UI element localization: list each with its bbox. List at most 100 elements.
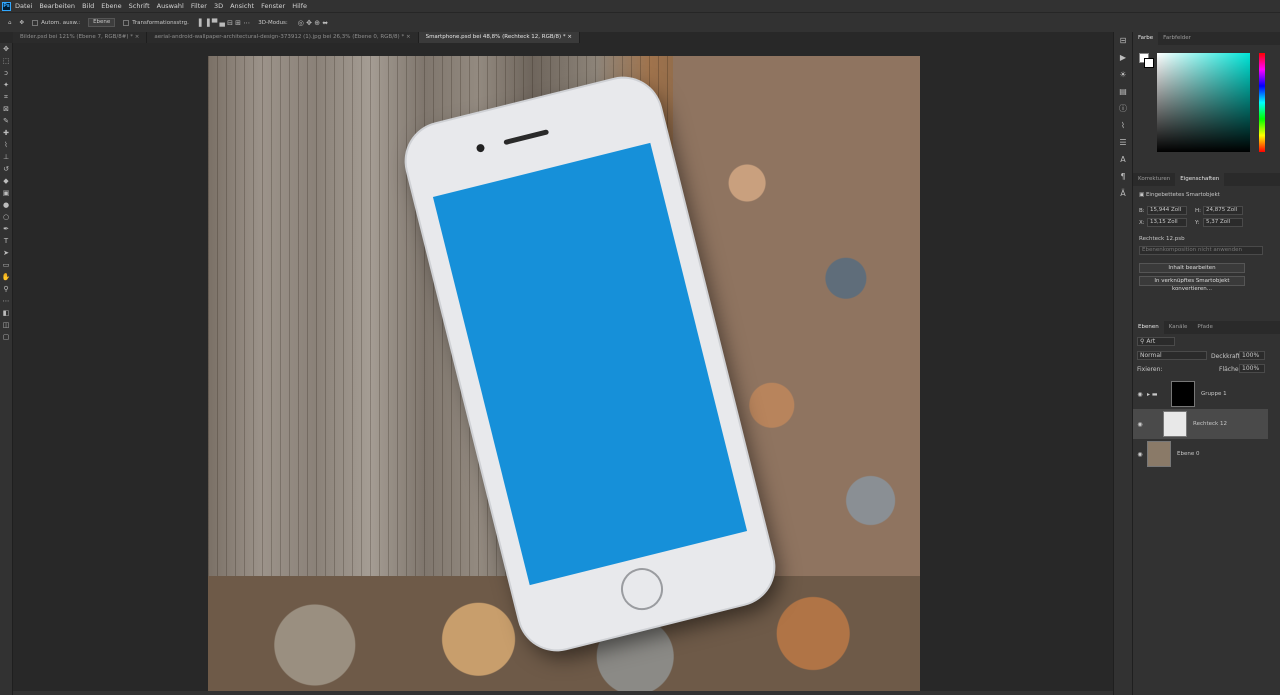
- layers-tabs: Ebenen Kanäle Pfade: [1133, 321, 1280, 334]
- menu-window[interactable]: Fenster: [261, 2, 285, 10]
- 3d-icons[interactable]: ◎ ✥ ⊕ ⬌: [298, 19, 328, 27]
- layer-name: Gruppe 1: [1201, 391, 1227, 397]
- type-icon[interactable]: T: [0, 235, 12, 247]
- screenmode-icon[interactable]: ▢: [0, 331, 12, 343]
- gradient-icon[interactable]: ▣: [0, 187, 12, 199]
- transform-checkbox[interactable]: [123, 19, 130, 26]
- history-icon[interactable]: ⊟: [1114, 32, 1132, 49]
- shape-icon[interactable]: ▭: [0, 259, 12, 271]
- layer-row-ebene0[interactable]: ◉ Ebene 0: [1133, 439, 1268, 469]
- home-icon[interactable]: ⌂: [8, 20, 12, 26]
- menu-select[interactable]: Auswahl: [157, 2, 184, 10]
- canvas-area[interactable]: [13, 43, 1113, 691]
- eraser-icon[interactable]: ◆: [0, 175, 12, 187]
- tab-color[interactable]: Farbe: [1133, 32, 1159, 45]
- library-icon[interactable]: ▤: [1114, 83, 1132, 100]
- tab-layers[interactable]: Ebenen: [1133, 321, 1164, 334]
- hand-icon[interactable]: ✋: [0, 271, 12, 283]
- brightness-icon[interactable]: ☀: [1114, 66, 1132, 83]
- history-brush-icon[interactable]: ↺: [0, 163, 12, 175]
- y-field[interactable]: 5,37 Zoll: [1203, 218, 1243, 227]
- align-icons[interactable]: ▌▐ ▀ ▄ ⊟ ⊞ ⋯: [199, 19, 250, 27]
- stamp-icon[interactable]: ⊥: [0, 151, 12, 163]
- autoselect-option[interactable]: Autom. ausw.:: [32, 19, 80, 26]
- opacity-field[interactable]: 100%: [1239, 351, 1265, 360]
- convert-linked-button[interactable]: In verknüpftes Smartobjekt konvertieren.…: [1139, 276, 1245, 292]
- more-icon[interactable]: ⋯: [0, 295, 12, 307]
- character-icon[interactable]: A: [1114, 151, 1132, 168]
- layer-select-dropdown[interactable]: Ebene: [88, 18, 116, 27]
- adjustments-icon[interactable]: ☰: [1114, 134, 1132, 151]
- brush-settings-icon[interactable]: ⌇: [1114, 117, 1132, 134]
- menu-type[interactable]: Schrift: [129, 2, 150, 10]
- blur-icon[interactable]: ●: [0, 199, 12, 211]
- menu-help[interactable]: Hilfe: [292, 2, 307, 10]
- menu-layer[interactable]: Ebene: [101, 2, 121, 10]
- brush-icon[interactable]: ⌇: [0, 139, 12, 151]
- layer-filter-dropdown[interactable]: ⚲ Art: [1137, 337, 1175, 346]
- tab-document-1[interactable]: Bilder.psd bei 121% (Ebene 7, RGB/8#) * …: [13, 32, 148, 43]
- edit-contents-button[interactable]: Inhalt bearbeiten: [1139, 263, 1245, 273]
- color-swatch-icon[interactable]: ◧: [0, 307, 12, 319]
- crop-icon[interactable]: ⌗: [0, 91, 12, 103]
- frame-icon[interactable]: ⊠: [0, 103, 12, 115]
- transform-option[interactable]: Transformationsstrg.: [123, 19, 189, 26]
- healing-icon[interactable]: ✚: [0, 127, 12, 139]
- background-color-swatch[interactable]: [1144, 58, 1154, 68]
- height-field[interactable]: 24,875 Zoll: [1203, 206, 1243, 215]
- eyedropper-icon[interactable]: ✎: [0, 115, 12, 127]
- photoshop-logo: Ps: [2, 1, 11, 11]
- menu-filter[interactable]: Filter: [191, 2, 207, 10]
- dodge-icon[interactable]: ○: [0, 211, 12, 223]
- layer-row-group[interactable]: ◉ ▸ ▬ Gruppe 1: [1133, 379, 1268, 409]
- move-tool-icon[interactable]: ✥: [20, 20, 25, 26]
- status-bar: [13, 691, 1113, 695]
- glyphs-icon[interactable]: Ä: [1114, 185, 1132, 202]
- tab-document-2[interactable]: aerial-android-wallpaper-architectural-d…: [147, 32, 419, 43]
- tab-properties[interactable]: Eigenschaften: [1175, 173, 1225, 186]
- fill-field[interactable]: 100%: [1239, 364, 1265, 373]
- layer-thumbnail: [1147, 441, 1171, 467]
- properties-tabs: Korrekturen Eigenschaften: [1133, 173, 1280, 186]
- menu-image[interactable]: Bild: [82, 2, 94, 10]
- tab-document-3[interactable]: Smartphone.psd bei 48,8% (Rechteck 12, R…: [418, 32, 580, 43]
- move-icon[interactable]: ✥: [0, 43, 12, 55]
- marquee-icon[interactable]: ⬚: [0, 55, 12, 67]
- document-canvas[interactable]: [208, 56, 920, 691]
- eye-icon[interactable]: ◉: [1133, 421, 1147, 428]
- tab-swatches[interactable]: Farbfelder: [1158, 32, 1196, 45]
- color-panel: [1133, 45, 1280, 173]
- blend-mode-dropdown[interactable]: Normal: [1137, 351, 1207, 360]
- path-select-icon[interactable]: ➤: [0, 247, 12, 259]
- hue-slider[interactable]: [1259, 53, 1265, 152]
- menu-file[interactable]: Datei: [15, 2, 32, 10]
- color-picker-field[interactable]: [1157, 53, 1250, 152]
- eye-icon[interactable]: ◉: [1133, 391, 1147, 398]
- magic-wand-icon[interactable]: ✦: [0, 79, 12, 91]
- tab-label: aerial-android-wallpaper-architectural-d…: [154, 34, 405, 40]
- zoom-icon[interactable]: ⚲: [0, 283, 12, 295]
- play-icon[interactable]: ▶: [1114, 49, 1132, 66]
- lasso-icon[interactable]: ↄ: [0, 67, 12, 79]
- width-field[interactable]: 15,944 Zoll: [1147, 206, 1187, 215]
- tab-corrections[interactable]: Korrekturen: [1133, 173, 1175, 186]
- x-field[interactable]: 13,15 Zoll: [1147, 218, 1187, 227]
- menu-3d[interactable]: 3D: [214, 2, 223, 10]
- mode-3d-label: 3D-Modus:: [258, 19, 288, 26]
- info-icon[interactable]: ⓘ: [1114, 100, 1132, 117]
- pen-icon[interactable]: ✒: [0, 223, 12, 235]
- menu-view[interactable]: Ansicht: [230, 2, 254, 10]
- layer-row-rechteck[interactable]: ◉ Rechteck 12: [1133, 409, 1268, 439]
- menu-edit[interactable]: Bearbeiten: [39, 2, 75, 10]
- autoselect-checkbox[interactable]: [32, 19, 39, 26]
- tab-paths[interactable]: Pfade: [1192, 321, 1218, 334]
- smartobject-type: ▣ Eingebettetes Smartobjekt: [1139, 192, 1220, 198]
- smartobject-type-label: Eingebettetes Smartobjekt: [1145, 192, 1220, 198]
- smartobject-file: Rechteck 12.psb: [1139, 236, 1185, 242]
- tab-channels[interactable]: Kanäle: [1164, 321, 1193, 334]
- comp-dropdown[interactable]: Ebenenkomposition nicht anwenden: [1139, 246, 1263, 255]
- eye-icon[interactable]: ◉: [1133, 451, 1147, 458]
- fill-label: Fläche:: [1219, 366, 1241, 373]
- quickmask-icon[interactable]: ◫: [0, 319, 12, 331]
- paragraph-icon[interactable]: ¶: [1114, 168, 1132, 185]
